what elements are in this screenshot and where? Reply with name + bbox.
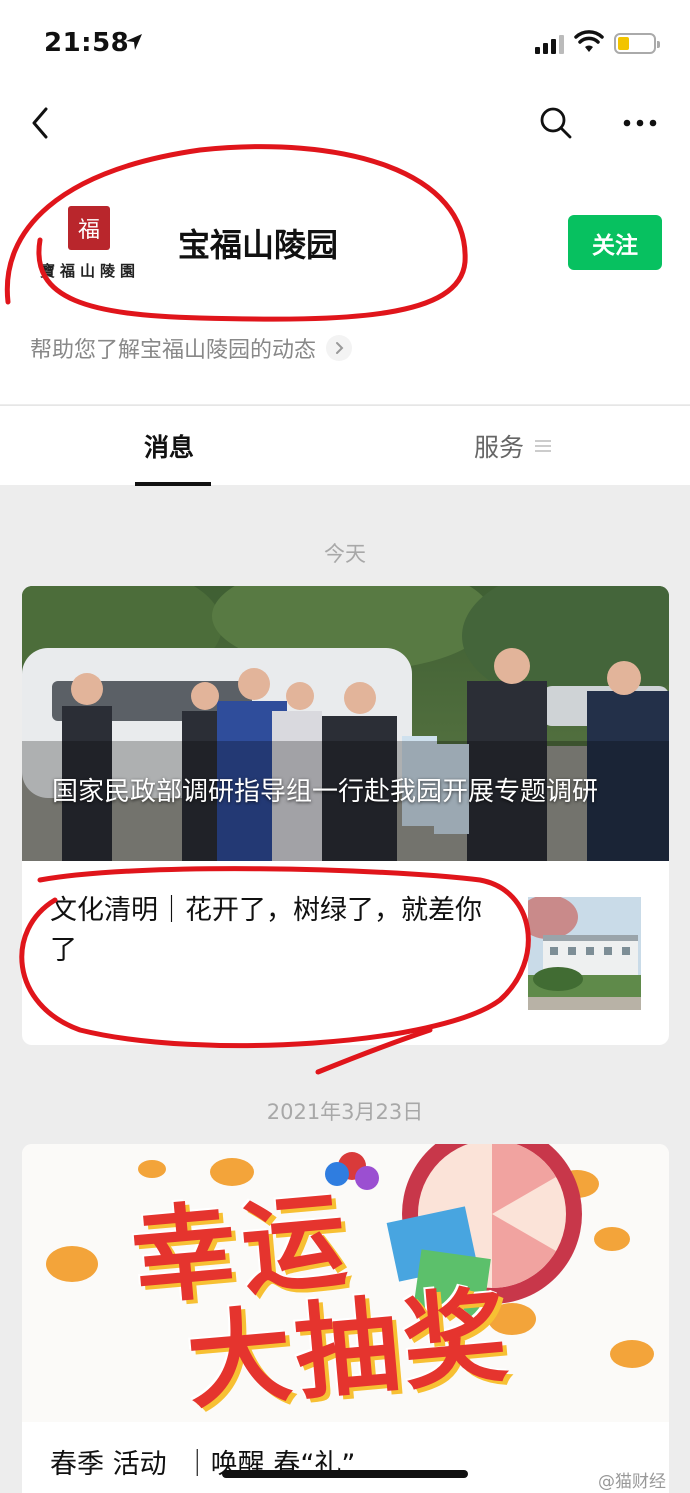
message-card: 国家民政部调研指导组一行赴我园开展专题调研 文化清明｜花开了，树绿了，就差你了 [22,586,669,1045]
search-icon [540,107,572,139]
account-header: 福 寶福山陵園 宝福山陵园 关注 帮助您了解宝福山陵园的动态 [0,160,690,404]
account-description-link[interactable]: 帮助您了解宝福山陵园的动态 [30,332,353,364]
home-indicator [222,1470,468,1478]
cellular-signal-icon [535,34,564,54]
sub-article-item[interactable]: 文化清明｜花开了，树绿了，就差你了 [22,861,669,1045]
follow-button[interactable]: 关注 [568,215,662,270]
logo-seal: 福 [68,206,110,250]
cover-text-bottom: 大抽奖 [182,1274,516,1422]
more-dots-icon [623,119,657,127]
main-article-headline: 国家民政部调研指导组一行赴我园开展专题调研 [52,777,599,807]
message-card: 幸运 大抽奖 春季 活动 ｜唤醒 春“礼” [22,1144,669,1493]
account-description: 帮助您了解宝福山陵园的动态 [30,338,317,363]
tab-active-indicator [135,482,211,486]
main-article-cover[interactable]: 国家民政部调研指导组一行赴我园开展专题调研 [22,586,669,861]
date-separator: 今天 [324,542,366,566]
status-time: 21:58 [44,28,130,58]
logo-text: 寶福山陵園 [39,262,140,280]
tab-bar: 消息 服务 [0,405,690,486]
watermark: @猫财经 [598,1472,666,1492]
sub-article-title: 文化清明｜花开了，树绿了，就差你了 [50,895,482,966]
tab-messages[interactable]: 消息 [144,406,194,486]
navigation-bar [0,90,690,160]
more-button[interactable] [610,90,670,156]
menu-lines-icon [535,440,552,452]
back-chevron-icon [32,107,48,139]
tab-services[interactable]: 服务 [474,406,552,486]
wifi-icon [574,30,604,52]
date-separator: 2021年3月23日 [266,1100,424,1124]
cover-photo [22,586,669,861]
account-name: 宝福山陵园 [178,226,339,264]
main-article-cover[interactable]: 幸运 大抽奖 [22,1144,669,1422]
search-button[interactable] [526,90,586,156]
status-bar: 21:58 [0,0,690,90]
back-button[interactable] [10,90,70,156]
sub-article-thumbnail [528,897,641,1010]
chevron-right-icon [326,335,353,361]
tab-services-label: 服务 [474,433,525,462]
location-arrow-icon [126,34,142,50]
battery-icon [614,33,660,54]
account-logo[interactable]: 福 寶福山陵園 [30,202,150,288]
